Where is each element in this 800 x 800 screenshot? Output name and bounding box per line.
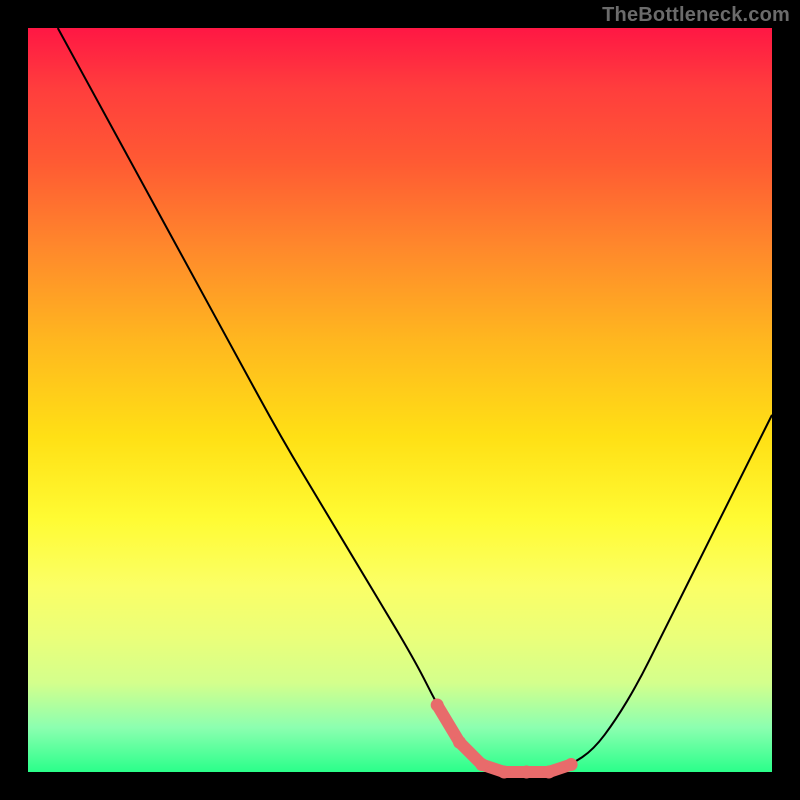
chart-frame: TheBottleneck.com xyxy=(0,0,800,800)
bottleneck-curve xyxy=(58,28,772,772)
accent-dot xyxy=(565,758,578,771)
accent-dot xyxy=(542,766,555,779)
accent-dot xyxy=(520,766,533,779)
accent-dot xyxy=(453,736,466,749)
accent-dot xyxy=(431,699,444,712)
chart-svg xyxy=(28,28,772,772)
accent-dot xyxy=(475,758,488,771)
accent-dot xyxy=(498,766,511,779)
watermark-text: TheBottleneck.com xyxy=(602,4,790,27)
plot-area xyxy=(28,28,772,772)
